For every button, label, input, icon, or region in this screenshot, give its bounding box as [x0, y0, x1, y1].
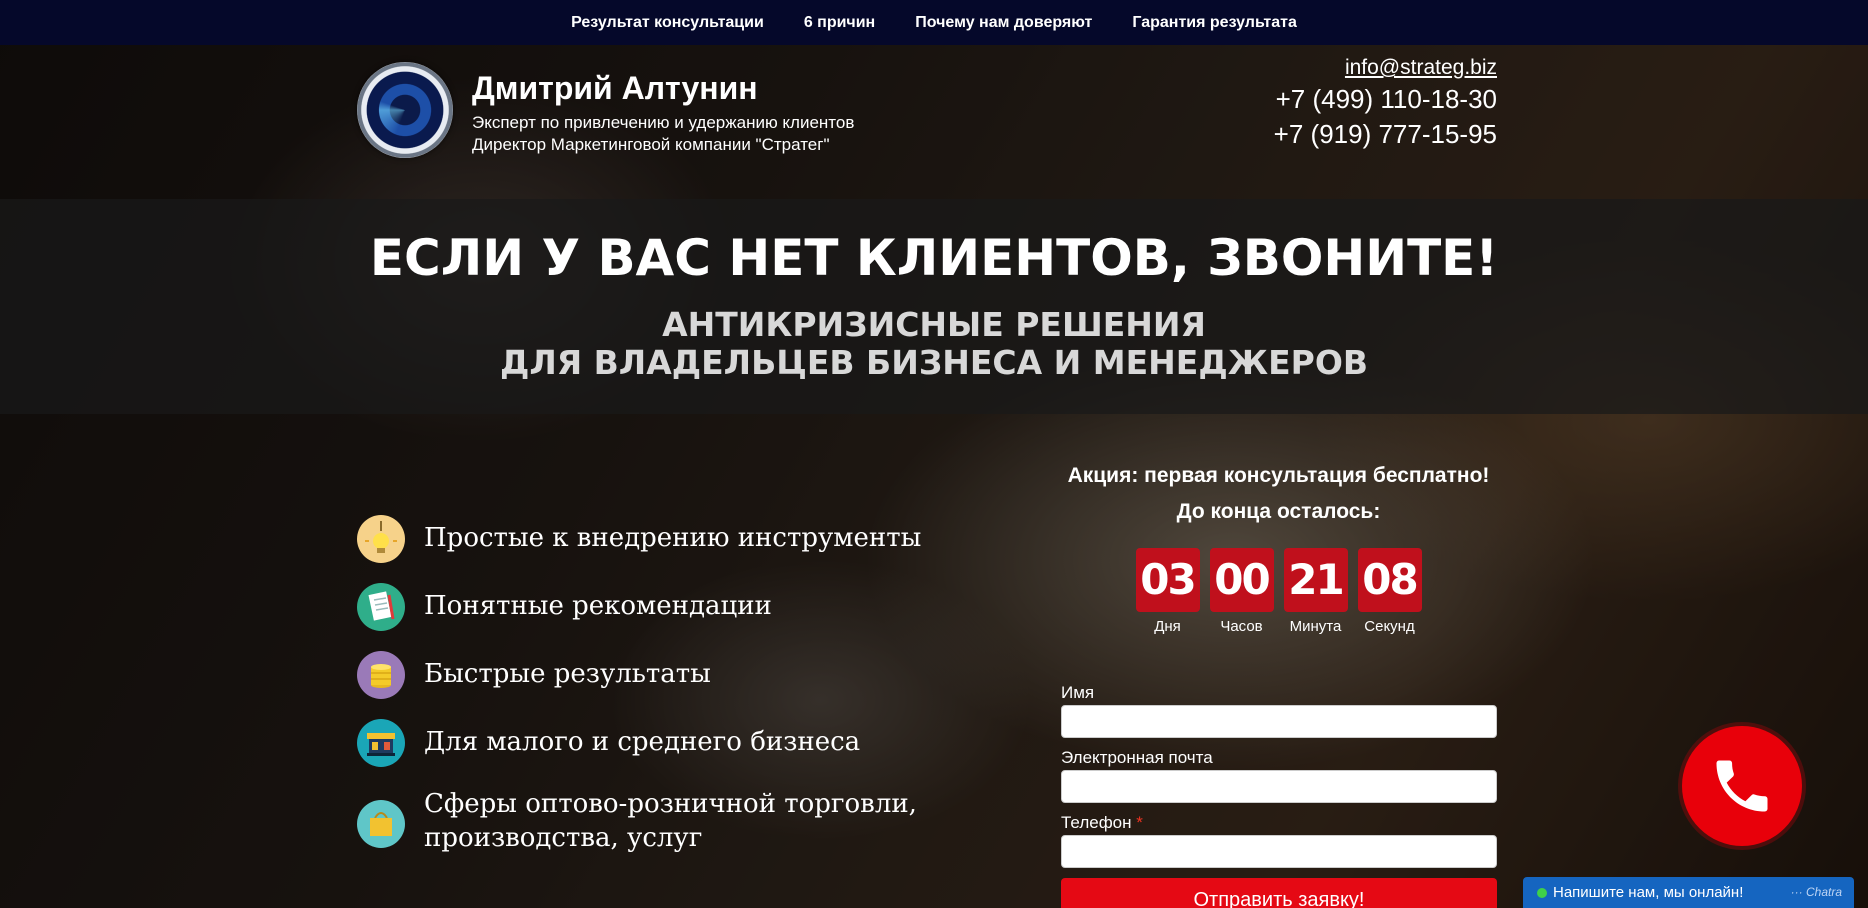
submit-button[interactable]: Отправить заявку!: [1061, 878, 1497, 908]
hero-subtitle-line2: ДЛЯ ВЛАДЕЛЬЦЕВ БИЗНЕСА И МЕНЕДЖЕРОВ: [499, 343, 1369, 382]
benefit-text: Быстрые результаты: [424, 659, 711, 689]
nav-item-6-reasons[interactable]: 6 причин: [804, 14, 875, 32]
bag-icon: [357, 800, 405, 848]
timer-minutes: 21 Минута: [1283, 548, 1348, 635]
promo-title: Акция: первая консультация бесплатно!: [1067, 464, 1490, 487]
email-label: Электронная почта: [1061, 748, 1213, 767]
lightbulb-icon: [357, 515, 405, 563]
promo-block: Акция: первая консультация бесплатно! До…: [1060, 462, 1497, 635]
timer-value: 08: [1357, 548, 1422, 612]
chat-widget[interactable]: Напишите нам, мы онлайн! ··· Chatra: [1523, 877, 1854, 908]
shop-icon: [357, 719, 405, 767]
phone-field[interactable]: [1061, 835, 1497, 868]
phone-label-row: Телефон *: [1061, 813, 1497, 835]
timer-unit-label: Часов: [1220, 618, 1263, 635]
timer-unit-label: Дня: [1154, 618, 1181, 635]
benefit-text: Понятные рекомендации: [424, 591, 772, 621]
phone-2[interactable]: +7 (919) 777-15-95: [1274, 119, 1497, 150]
nav-item-why-trust[interactable]: Почему нам доверяют: [915, 14, 1092, 32]
email-link[interactable]: info@strateg.biz: [1274, 56, 1497, 80]
call-button[interactable]: [1682, 726, 1802, 846]
phone-label: Телефон: [1061, 813, 1132, 832]
radar-logo-icon: [357, 62, 453, 158]
countdown-timer: 03 Дня 00 Часов 21 Минута 08 Секунд: [1060, 548, 1497, 635]
chat-brand: ··· Chatra: [1790, 885, 1842, 899]
benefit-text: Для малого и среднего бизнеса: [424, 727, 861, 757]
name-field[interactable]: [1061, 705, 1497, 738]
document-icon: [357, 583, 405, 631]
site-header: Дмитрий Алтунин Эксперт по привлечению и…: [357, 56, 1497, 162]
hero-banner: ЕСЛИ У ВАС НЕТ КЛИЕНТОВ, ЗВОНИТЕ! АНТИКР…: [0, 199, 1868, 414]
timer-hours: 00 Часов: [1209, 548, 1274, 635]
email-field[interactable]: [1061, 770, 1497, 803]
timer-seconds: 08 Секунд: [1357, 548, 1422, 635]
timer-days: 03 Дня: [1135, 548, 1200, 635]
required-mark: *: [1136, 813, 1143, 832]
benefit-text: Сферы оптово-розничной торговли, произво…: [424, 789, 917, 853]
top-nav: Результат консультации 6 причин Почему н…: [0, 0, 1868, 45]
name-label: Имя: [1061, 683, 1095, 702]
timer-unit-label: Секунд: [1364, 618, 1415, 635]
hero-title: ЕСЛИ У ВАС НЕТ КЛИЕНТОВ, ЗВОНИТЕ!: [369, 229, 1499, 287]
consultation-form: Имя Электронная почта Телефон * Отправит…: [1061, 683, 1497, 908]
author-title: Эксперт по привлечению и удержанию клиен…: [472, 113, 855, 132]
author-position: Директор Маркетинговой компании "Стратег…: [472, 135, 830, 154]
hero-subtitle-line1: АНТИКРИЗИСНЫЕ РЕШЕНИЯ: [662, 305, 1206, 344]
nav-item-guarantee[interactable]: Гарантия результата: [1132, 14, 1297, 32]
timer-value: 21: [1283, 548, 1348, 612]
timer-unit-label: Минута: [1289, 618, 1342, 635]
benefit-text: Простые к внедрению инструменты: [424, 523, 922, 553]
online-status-icon: [1537, 888, 1547, 898]
author-name: Дмитрий Алтунин: [472, 70, 758, 106]
timer-value: 03: [1135, 548, 1200, 612]
contacts: info@strateg.biz +7 (499) 110-18-30 +7 (…: [1274, 56, 1497, 150]
timer-value: 00: [1209, 548, 1274, 612]
phone-1[interactable]: +7 (499) 110-18-30: [1274, 84, 1497, 115]
coins-icon: [357, 651, 405, 699]
nav-item-consultation-result[interactable]: Результат консультации: [571, 14, 764, 32]
countdown-label: До конца осталось:: [1176, 500, 1381, 523]
chat-text: Напишите нам, мы онлайн!: [1553, 884, 1744, 901]
